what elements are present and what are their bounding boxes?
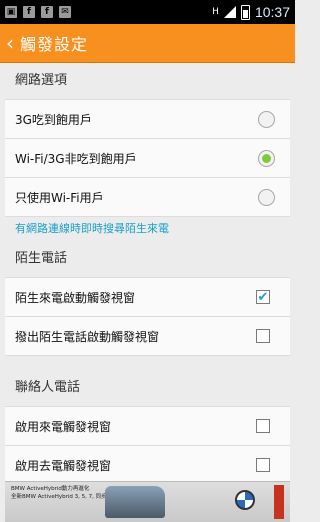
checkbox[interactable] bbox=[256, 458, 270, 472]
message-notification-icon: ✉ bbox=[59, 6, 71, 18]
option-unknown-incoming[interactable]: 陌生來電啟動觸發視窗 ✔ bbox=[5, 277, 290, 317]
option-label: 陌生來電啟動觸發視窗 bbox=[15, 290, 136, 305]
ad-text: BMW ActiveHybrid動力再進化 全新BMW ActiveHybrid… bbox=[5, 482, 118, 501]
image-notification-icon: ▣ bbox=[5, 6, 17, 18]
ad-line-2: 全新BMW ActiveHybrid 3, 5, 7, 同步展示 bbox=[11, 494, 118, 500]
ad-banner[interactable]: BMW ActiveHybrid動力再進化 全新BMW ActiveHybrid… bbox=[5, 481, 290, 522]
settings-list: 網路選項 3G吃到飽用戶 Wi-Fi/3G非吃到飽用戶 只使用Wi-Fi用戶 有… bbox=[0, 63, 295, 485]
checkbox[interactable] bbox=[256, 419, 270, 433]
page-title: 觸發設定 bbox=[20, 35, 89, 54]
signal-icon bbox=[223, 6, 236, 18]
battery-icon bbox=[240, 4, 250, 20]
back-arrow-icon[interactable]: ‹ bbox=[0, 33, 20, 53]
option-3g-unlimited[interactable]: 3G吃到飽用戶 bbox=[5, 99, 290, 139]
option-wifi-3g-limited[interactable]: Wi-Fi/3G非吃到飽用戶 bbox=[5, 139, 290, 178]
option-contact-incoming[interactable]: 啟用來電觸發視窗 bbox=[5, 406, 290, 446]
checkbox[interactable] bbox=[256, 329, 270, 343]
car-image bbox=[105, 486, 165, 518]
section-header-contacts: 聯絡人電話 bbox=[15, 380, 81, 395]
ad-line-1: BMW ActiveHybrid動力再進化 bbox=[11, 486, 90, 492]
option-label: 啟用去電觸發視窗 bbox=[15, 458, 112, 473]
hspa-icon: H bbox=[212, 7, 219, 17]
option-label: 撥出陌生電話啟動觸發視窗 bbox=[15, 329, 160, 344]
radio-button-selected[interactable] bbox=[258, 149, 275, 167]
radio-button[interactable] bbox=[258, 110, 275, 128]
checkbox-checked[interactable]: ✔ bbox=[256, 290, 270, 304]
clock: 10:37 bbox=[254, 4, 290, 20]
section-header-unknown-calls: 陌生電話 bbox=[15, 251, 68, 266]
section-header-network: 網路選項 bbox=[15, 73, 68, 88]
option-label: Wi-Fi/3G非吃到飽用戶 bbox=[15, 151, 137, 166]
network-note-link[interactable]: 有網路連線時即時搜尋陌生來電 bbox=[0, 217, 295, 241]
option-label: 3G吃到飽用戶 bbox=[15, 112, 92, 127]
status-bar: ▣ f f ✉ H 10:37 bbox=[0, 0, 295, 24]
option-label: 啟用來電觸發視窗 bbox=[15, 419, 112, 434]
bmw-logo-icon bbox=[235, 490, 255, 510]
option-unknown-outgoing[interactable]: 撥出陌生電話啟動觸發視窗 bbox=[5, 317, 290, 356]
option-contact-outgoing[interactable]: 啟用去電觸發視窗 bbox=[5, 446, 290, 485]
radio-button[interactable] bbox=[258, 188, 275, 206]
option-wifi-only[interactable]: 只使用Wi-Fi用戶 bbox=[5, 178, 290, 217]
facebook-notification-icon: f bbox=[23, 6, 35, 18]
option-label: 只使用Wi-Fi用戶 bbox=[15, 190, 104, 205]
app-bar: ‹ 觸發設定 bbox=[0, 24, 295, 63]
ad-badge bbox=[274, 485, 284, 519]
facebook-notification-icon: f bbox=[41, 6, 53, 18]
